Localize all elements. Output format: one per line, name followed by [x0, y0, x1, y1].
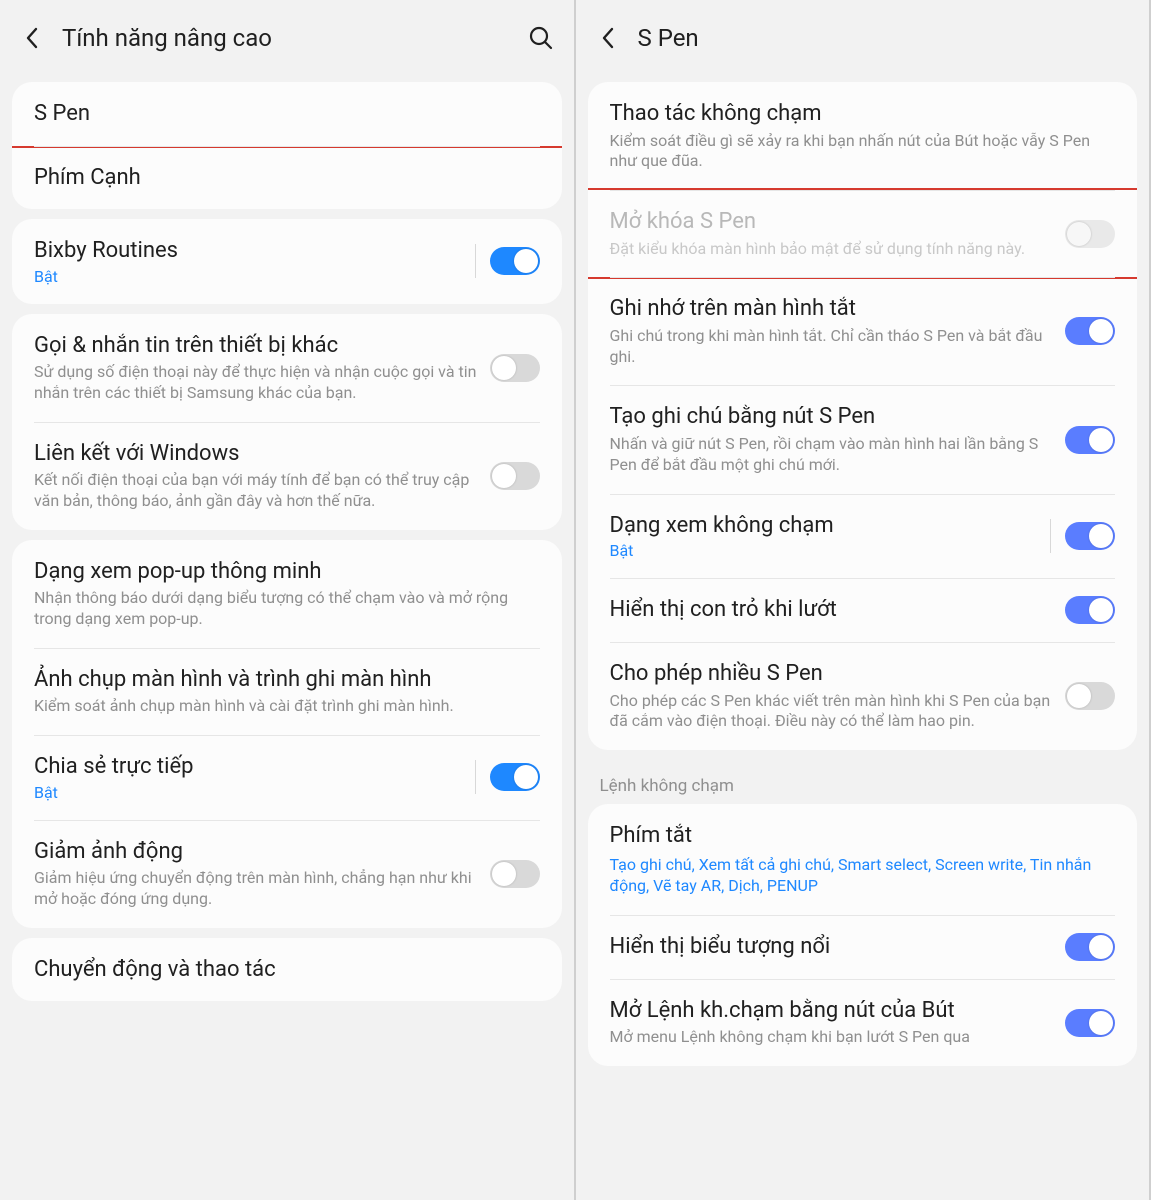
row-unlock-spen: Mở khóa S Pen Đặt kiểu khóa màn hình bảo…: [588, 190, 1138, 277]
row-title: Phím tắt: [610, 822, 1106, 850]
header: S Pen: [576, 0, 1150, 74]
row-screenshot-recorder[interactable]: Ảnh chụp màn hình và trình ghi màn hình …: [12, 648, 562, 735]
row-create-note-button[interactable]: Tạo ghi chú bằng nút S Pen Nhấn và giữ n…: [588, 385, 1138, 493]
row-sub: Kiểm soát ảnh chụp màn hình và cài đặt t…: [34, 696, 530, 717]
toggle-show-pointer[interactable]: [1065, 596, 1115, 624]
row-title: Hiển thị biểu tượng nổi: [610, 933, 1056, 961]
row-sub: Ghi chú trong khi màn hình tắt. Chỉ cần …: [610, 326, 1056, 368]
back-icon[interactable]: [18, 24, 46, 52]
row-title: Phím Cạnh: [34, 164, 530, 192]
row-direct-share[interactable]: Chia sẻ trực tiếp Bật: [12, 735, 562, 820]
row-title: Thao tác không chạm: [610, 100, 1106, 128]
row-call-other-devices[interactable]: Gọi & nhắn tin trên thiết bị khác Sử dụn…: [12, 314, 562, 422]
right-pane: S Pen Thao tác không chạm Kiểm soát điều…: [576, 0, 1151, 1200]
row-shortcuts-list: Tạo ghi chú, Xem tất cả ghi chú, Smart s…: [610, 854, 1106, 897]
row-open-air-command[interactable]: Mở Lệnh kh.chạm bằng nút của Bút Mở menu…: [588, 979, 1138, 1066]
row-status: Bật: [34, 267, 451, 286]
toggle-screen-off-memo[interactable]: [1065, 317, 1115, 345]
back-icon[interactable]: [594, 24, 622, 52]
row-sub: Mở menu Lệnh không chạm khi bạn lướt S P…: [610, 1027, 1056, 1048]
row-title: Hiển thị con trỏ khi lướt: [610, 596, 1056, 624]
row-sub: Kết nối điện thoại của bạn với máy tính …: [34, 470, 480, 512]
row-reduce-motion[interactable]: Giảm ảnh động Giảm hiệu ứng chuyển động …: [12, 820, 562, 928]
row-link-windows[interactable]: Liên kết với Windows Kết nối điện thoại …: [12, 422, 562, 530]
row-bixby-routines[interactable]: Bixby Routines Bật: [12, 219, 562, 304]
row-title: Gọi & nhắn tin trên thiết bị khác: [34, 332, 480, 360]
row-sub: Kiểm soát điều gì sẽ xảy ra khi bạn nhấn…: [610, 131, 1106, 173]
row-floating-icon[interactable]: Hiển thị biểu tượng nổi: [588, 915, 1138, 979]
row-sub: Đặt kiểu khóa màn hình bảo mật để sử dụn…: [610, 239, 1056, 260]
page-title: S Pen: [638, 24, 1132, 52]
separator: [475, 244, 476, 278]
row-motions-gestures[interactable]: Chuyển động và thao tác: [12, 938, 562, 1002]
toggle-note-button[interactable]: [1065, 426, 1115, 454]
row-air-view[interactable]: Dạng xem không chạm Bật: [588, 494, 1138, 579]
toggle-multi-spen[interactable]: [1065, 682, 1115, 710]
card-spen-main: Thao tác không chạm Kiểm soát điều gì sẽ…: [588, 82, 1138, 750]
toggle-air-view[interactable]: [1065, 522, 1115, 550]
toggle-bixby[interactable]: [490, 247, 540, 275]
toggle-call-other[interactable]: [490, 354, 540, 382]
header: Tính năng nâng cao: [0, 0, 574, 74]
row-title: Bixby Routines: [34, 237, 451, 265]
row-status: Bật: [34, 783, 451, 802]
row-title: Cho phép nhiều S Pen: [610, 660, 1056, 688]
card-gesture: Chuyển động và thao tác: [12, 938, 562, 1002]
toggle-open-air-command[interactable]: [1065, 1009, 1115, 1037]
row-title: Mở khóa S Pen: [610, 208, 1056, 236]
row-spen[interactable]: S Pen: [12, 82, 562, 146]
row-sub: Cho phép các S Pen khác viết trên màn hì…: [610, 691, 1056, 733]
row-air-actions[interactable]: Thao tác không chạm Kiểm soát điều gì sẽ…: [588, 82, 1138, 190]
row-status: Bật: [610, 541, 1027, 560]
separator: [1050, 519, 1051, 553]
row-title: Chia sẻ trực tiếp: [34, 753, 451, 781]
row-show-pointer[interactable]: Hiển thị con trỏ khi lướt: [588, 578, 1138, 642]
page-title: Tính năng nâng cao: [62, 24, 526, 52]
row-title: Dạng xem pop-up thông minh: [34, 558, 530, 586]
search-icon[interactable]: [526, 23, 556, 53]
row-title: Mở Lệnh kh.chạm bằng nút của Bút: [610, 997, 1056, 1025]
card-display: Dạng xem pop-up thông minh Nhận thông bá…: [12, 540, 562, 928]
row-title: Ảnh chụp màn hình và trình ghi màn hình: [34, 666, 530, 694]
row-sub: Nhấn và giữ nút S Pen, rồi chạm vào màn …: [610, 434, 1056, 476]
toggle-direct-share[interactable]: [490, 763, 540, 791]
row-smart-popup[interactable]: Dạng xem pop-up thông minh Nhận thông bá…: [12, 540, 562, 648]
row-title: Chuyển động và thao tác: [34, 956, 530, 984]
section-label-air-command: Lệnh không chạm: [576, 760, 1150, 802]
card-bixby: Bixby Routines Bật: [12, 219, 562, 304]
row-edge-key[interactable]: Phím Cạnh: [12, 146, 562, 210]
row-title: Dạng xem không chạm: [610, 512, 1027, 540]
card-basic: S Pen Phím Cạnh: [12, 82, 562, 209]
separator: [475, 760, 476, 794]
toggle-reduce-motion[interactable]: [490, 860, 540, 888]
toggle-unlock-spen: [1065, 220, 1115, 248]
toggle-link-windows[interactable]: [490, 462, 540, 490]
card-connect: Gọi & nhắn tin trên thiết bị khác Sử dụn…: [12, 314, 562, 530]
left-pane: Tính năng nâng cao S Pen Phím Cạnh Bixby…: [0, 0, 576, 1200]
card-air-command: Phím tắt Tạo ghi chú, Xem tất cả ghi chú…: [588, 804, 1138, 1066]
row-title: Ghi nhớ trên màn hình tắt: [610, 295, 1056, 323]
row-sub: Giảm hiệu ứng chuyển động trên màn hình,…: [34, 868, 480, 910]
row-title: Giảm ảnh động: [34, 838, 480, 866]
toggle-floating-icon[interactable]: [1065, 933, 1115, 961]
row-multi-spen[interactable]: Cho phép nhiều S Pen Cho phép các S Pen …: [588, 642, 1138, 750]
row-screen-off-memo[interactable]: Ghi nhớ trên màn hình tắt Ghi chú trong …: [588, 277, 1138, 385]
row-sub: Nhận thông báo dưới dạng biểu tượng có t…: [34, 588, 530, 630]
row-title: S Pen: [34, 100, 530, 128]
row-shortcuts[interactable]: Phím tắt Tạo ghi chú, Xem tất cả ghi chú…: [588, 804, 1138, 915]
row-title: Tạo ghi chú bằng nút S Pen: [610, 403, 1056, 431]
row-sub: Sử dụng số điện thoại này để thực hiện v…: [34, 362, 480, 404]
row-title: Liên kết với Windows: [34, 440, 480, 468]
